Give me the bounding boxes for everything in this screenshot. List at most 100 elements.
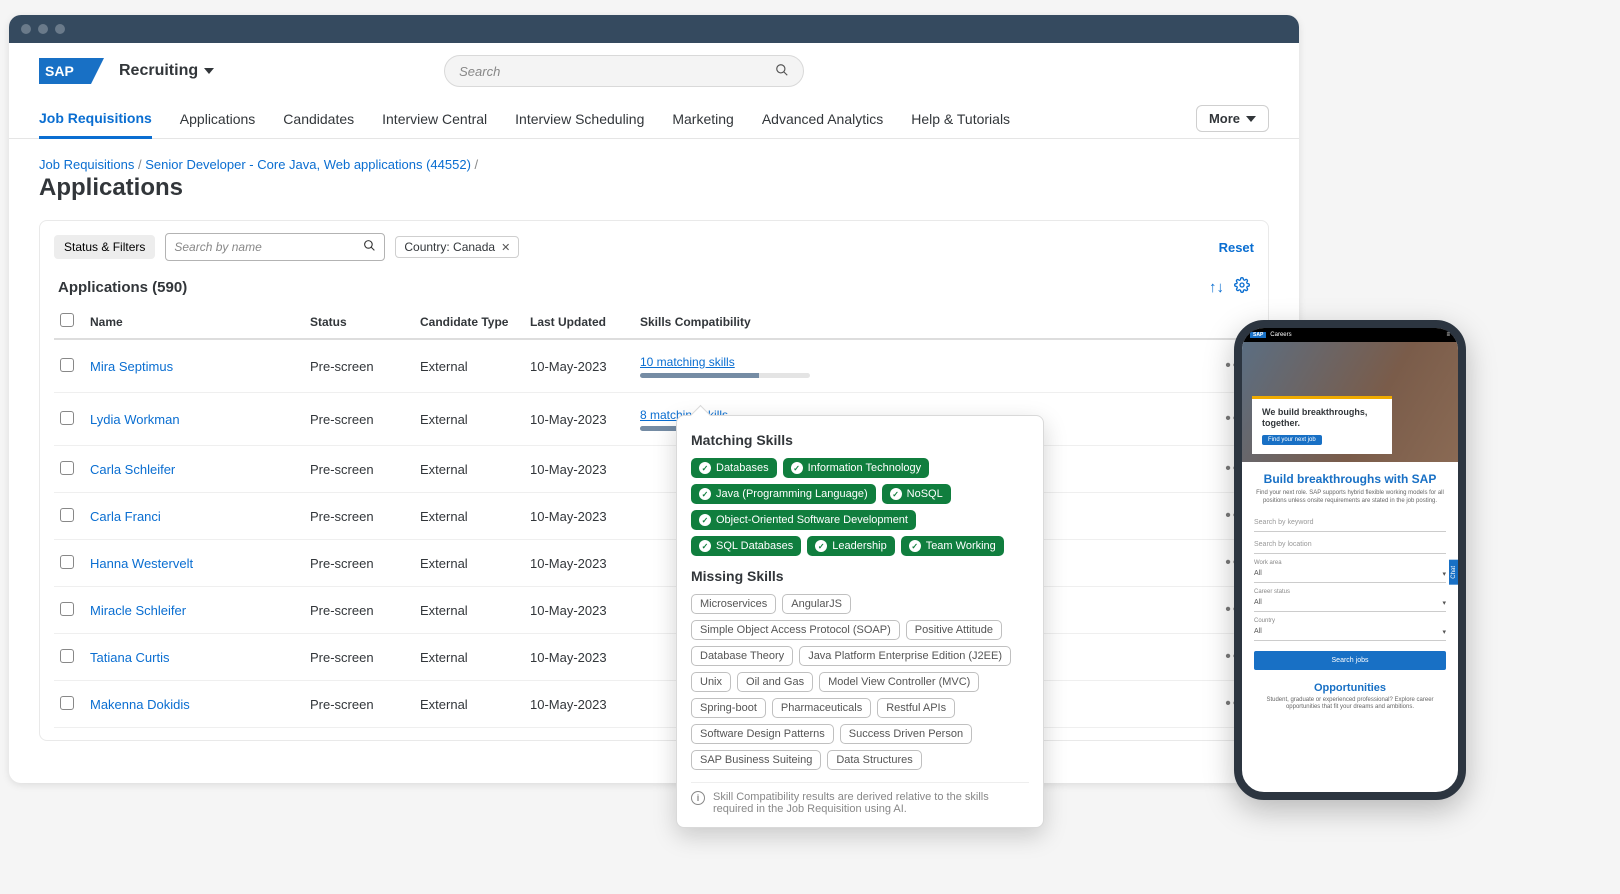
cell-status: Pre-screen	[304, 681, 414, 728]
col-last-updated[interactable]: Last Updated	[524, 305, 634, 339]
tab-applications[interactable]: Applications	[180, 101, 256, 137]
skill-pill-missing: Model View Controller (MVC)	[819, 672, 979, 692]
row-checkbox[interactable]	[60, 649, 74, 663]
tab-interview-central[interactable]: Interview Central	[382, 101, 487, 137]
app-switcher[interactable]: Recruiting	[119, 62, 214, 80]
skill-pill-missing: Simple Object Access Protocol (SOAP)	[691, 620, 900, 640]
phone-body-title: Build breakthroughs with SAP	[1254, 472, 1446, 486]
candidate-name-link[interactable]: Hanna Westervelt	[90, 556, 193, 571]
table-title: Applications (590)	[58, 279, 187, 296]
col-skills[interactable]: Skills Compatibility	[634, 305, 1214, 339]
cell-last-updated: 10-May-2023	[524, 339, 634, 393]
tab-job-requisitions[interactable]: Job Requisitions	[39, 100, 152, 139]
cell-last-updated: 10-May-2023	[524, 587, 634, 634]
candidate-name-link[interactable]: Tatiana Curtis	[90, 650, 169, 665]
phone-body: Build breakthroughs with SAP Find your n…	[1242, 462, 1458, 722]
hero-cta-button[interactable]: Find your next job	[1262, 435, 1322, 445]
skills-link[interactable]: 10 matching skills	[640, 355, 735, 369]
more-button[interactable]: More	[1196, 105, 1269, 132]
skill-pill-missing: Microservices	[691, 594, 776, 614]
popover-footer-text: Skill Compatibility results are derived …	[713, 791, 1029, 815]
row-checkbox[interactable]	[60, 555, 74, 569]
skills-popover: Matching Skills Databases Information Tec…	[676, 415, 1044, 828]
menu-icon[interactable]: ≡	[1446, 332, 1450, 338]
table-row: Carla Schleifer Pre-screen External 10-M…	[54, 446, 1254, 493]
row-checkbox[interactable]	[60, 358, 74, 372]
table-row: Carla Franci Pre-screen External 10-May-…	[54, 493, 1254, 540]
crumb-root[interactable]: Job Requisitions	[39, 157, 134, 172]
app-name: Recruiting	[119, 62, 198, 80]
window-max-dot[interactable]	[55, 24, 65, 34]
skill-pill-missing: Database Theory	[691, 646, 793, 666]
col-name[interactable]: Name	[84, 305, 304, 339]
country-select[interactable]: All▾	[1254, 624, 1446, 641]
skill-pill-missing: AngularJS	[782, 594, 851, 614]
skill-pill-missing: Spring-boot	[691, 698, 766, 718]
candidate-name-link[interactable]: Carla Franci	[90, 509, 161, 524]
reset-link[interactable]: Reset	[1219, 240, 1254, 255]
global-search[interactable]: Search	[444, 55, 804, 87]
window-min-dot[interactable]	[38, 24, 48, 34]
candidate-name-link[interactable]: Carla Schleifer	[90, 462, 175, 477]
tab-marketing[interactable]: Marketing	[672, 101, 733, 137]
opportunities-title: Opportunities	[1254, 682, 1446, 694]
row-checkbox[interactable]	[60, 602, 74, 616]
row-checkbox[interactable]	[60, 696, 74, 710]
tab-interview-scheduling[interactable]: Interview Scheduling	[515, 101, 644, 137]
cell-last-updated: 10-May-2023	[524, 493, 634, 540]
skill-pill-missing: Success Driven Person	[840, 724, 972, 744]
cell-candidate-type: External	[414, 493, 524, 540]
keyword-input[interactable]: Search by keyword	[1254, 514, 1446, 532]
candidate-name-link[interactable]: Miracle Schleifer	[90, 603, 186, 618]
cell-status: Pre-screen	[304, 587, 414, 634]
window-close-dot[interactable]	[21, 24, 31, 34]
settings-gear-icon[interactable]	[1234, 277, 1250, 297]
cell-last-updated: 10-May-2023	[524, 634, 634, 681]
row-checkbox[interactable]	[60, 508, 74, 522]
crumb-item[interactable]: Senior Developer - Core Java, Web applic…	[145, 157, 471, 172]
phone-hero: We build breakthroughs, together. Find y…	[1242, 342, 1458, 462]
skill-pill-matching: Information Technology	[783, 458, 930, 478]
chat-side-tab[interactable]: Chat	[1449, 560, 1459, 585]
skill-pill-matching: Java (Programming Language)	[691, 484, 876, 504]
name-search-input[interactable]: Search by name	[165, 233, 385, 261]
tab-advanced-analytics[interactable]: Advanced Analytics	[762, 101, 883, 137]
tab-candidates[interactable]: Candidates	[283, 101, 354, 137]
table-row: Lydia Workman Pre-screen External 10-May…	[54, 393, 1254, 446]
skill-pill-missing: Restful APIs	[877, 698, 955, 718]
mobile-preview: SAP Careers ≡ We build breakthroughs, to…	[1234, 320, 1466, 800]
candidate-name-link[interactable]: Mira Septimus	[90, 359, 173, 374]
row-checkbox[interactable]	[60, 461, 74, 475]
search-jobs-button[interactable]: Search jobs	[1254, 651, 1446, 670]
cell-last-updated: 10-May-2023	[524, 393, 634, 446]
sap-logo[interactable]: SAP	[39, 58, 91, 84]
skill-pill-matching: Databases	[691, 458, 777, 478]
skill-pill-matching: NoSQL	[882, 484, 951, 504]
cell-candidate-type: External	[414, 393, 524, 446]
applications-table: Name Status Candidate Type Last Updated …	[54, 305, 1254, 728]
chevron-down-icon: ▾	[1442, 599, 1446, 607]
cell-candidate-type: External	[414, 446, 524, 493]
tab-help-tutorials[interactable]: Help & Tutorials	[911, 101, 1010, 137]
search-placeholder: Search	[459, 64, 500, 79]
cell-last-updated: 10-May-2023	[524, 540, 634, 587]
col-candidate-type[interactable]: Candidate Type	[414, 305, 524, 339]
filter-chip-country[interactable]: Country: Canada ✕	[395, 236, 519, 258]
chevron-down-icon	[1246, 116, 1256, 122]
skills-bar	[640, 373, 810, 378]
candidate-name-link[interactable]: Makenna Dokidis	[90, 697, 190, 712]
matching-skills-list: Databases Information Technology Java (Pro…	[691, 458, 1029, 556]
sort-icon[interactable]: ↑↓	[1209, 279, 1224, 296]
table-row: Hanna Westervelt Pre-screen External 10-…	[54, 540, 1254, 587]
candidate-name-link[interactable]: Lydia Workman	[90, 412, 180, 427]
location-input[interactable]: Search by location	[1254, 536, 1446, 554]
select-all-checkbox[interactable]	[60, 313, 74, 327]
status-filters-button[interactable]: Status & Filters	[54, 235, 155, 259]
career-status-select[interactable]: All▾	[1254, 595, 1446, 612]
col-status[interactable]: Status	[304, 305, 414, 339]
page-title: Applications	[9, 172, 1299, 220]
row-checkbox[interactable]	[60, 411, 74, 425]
work-area-select[interactable]: All▾	[1254, 566, 1446, 583]
matching-skills-title: Matching Skills	[691, 432, 1029, 448]
close-icon[interactable]: ✕	[501, 241, 510, 254]
